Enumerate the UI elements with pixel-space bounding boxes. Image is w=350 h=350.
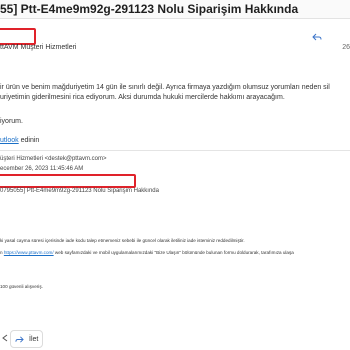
quoted-subject: 0795055] Ptt-E4me9m92g-291123 Nolu Sipar… [0,188,159,194]
outlook-promo: utlook edinin [0,137,39,144]
sender-name: ttAVM Müşteri Hizmetleri [0,44,77,51]
quoted-p2-suffix: web sayfamızdaki ve mobil uygulamalarımı… [54,250,294,255]
outlook-suffix: edinin [20,137,40,144]
redaction-box [0,28,36,45]
quoted-paragraph-3: 100 güvenli alışveriş. [0,284,43,289]
email-subject: 55] Ptt-E4me9m92g-291123 Nolu Siparişim … [0,2,299,16]
redaction-box-2 [0,174,136,188]
pttavm-link[interactable]: https://www.pttavm.com/ [4,250,54,255]
forward-button[interactable]: İlet [10,330,44,348]
body-line-1: ir ürün ve benim mağduriyetim 14 gün ile… [0,84,330,91]
quote-divider [0,150,350,151]
quoted-from: üşteri Hizmetleri <destek@pttavm.com> [0,156,107,162]
subject-bar: 55] Ptt-E4me9m92g-291123 Nolu Siparişim … [0,0,350,19]
quoted-p2-prefix: n [0,250,3,255]
reply-icon[interactable] [312,32,322,42]
body-line-3: iyorum. [0,118,23,125]
quoted-paragraph-1: ki yasal cayma süresi içerisinde iade ko… [0,238,245,243]
body-line-2: uriyetimin giderilmesini rica ediyorum. … [0,94,285,101]
quoted-date: ecember 26, 2023 11:45:46 AM [0,166,84,172]
quoted-paragraph-2: n https://www.pttavm.com/ web sayfamızda… [0,250,294,255]
email-date: 26 [342,44,350,51]
forward-icon [15,335,24,343]
forward-label: İlet [29,335,39,343]
outlook-link[interactable]: utlook [0,137,19,144]
